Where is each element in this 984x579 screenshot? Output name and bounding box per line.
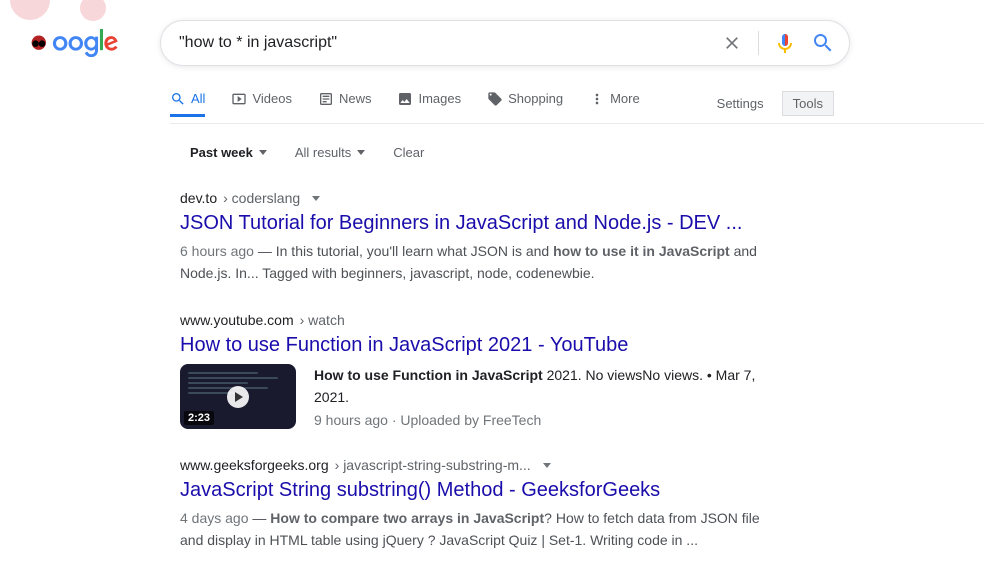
tab-all-label: All bbox=[191, 91, 205, 106]
voice-search-icon[interactable] bbox=[773, 31, 797, 55]
search-container bbox=[160, 20, 850, 66]
result-domain: www.youtube.com bbox=[180, 312, 294, 328]
video-thumbnail[interactable]: 2:23 bbox=[180, 364, 296, 429]
result-title-link[interactable]: JavaScript String substring() Method - G… bbox=[180, 477, 780, 503]
tab-more-label: More bbox=[610, 91, 640, 106]
result-time: 6 hours ago bbox=[180, 243, 254, 259]
search-box bbox=[160, 20, 850, 66]
filter-time-label: Past week bbox=[190, 145, 253, 160]
search-results: dev.to › coderslang JSON Tutorial for Be… bbox=[180, 190, 780, 551]
video-result: 2:23 How to use Function in JavaScript 2… bbox=[180, 364, 780, 429]
chevron-down-icon[interactable] bbox=[312, 196, 320, 201]
divider bbox=[758, 31, 759, 55]
filter-results-label: All results bbox=[295, 145, 351, 160]
result-item: www.geeksforgeeks.org › javascript-strin… bbox=[180, 457, 780, 551]
video-icon bbox=[231, 91, 247, 107]
filter-results[interactable]: All results bbox=[295, 145, 365, 160]
result-breadcrumb[interactable]: www.geeksforgeeks.org › javascript-strin… bbox=[180, 457, 780, 473]
tab-images[interactable]: Images bbox=[397, 91, 461, 117]
filter-time[interactable]: Past week bbox=[190, 145, 267, 160]
result-title-link[interactable]: How to use Function in JavaScript 2021 -… bbox=[180, 332, 780, 358]
tab-shopping[interactable]: Shopping bbox=[487, 91, 563, 117]
search-small-icon bbox=[170, 91, 186, 107]
result-breadcrumb[interactable]: dev.to › coderslang bbox=[180, 190, 780, 206]
result-domain: dev.to bbox=[180, 190, 217, 206]
tab-videos[interactable]: Videos bbox=[231, 91, 292, 117]
chevron-down-icon[interactable] bbox=[543, 463, 551, 468]
tab-videos-label: Videos bbox=[252, 91, 292, 106]
result-domain: www.geeksforgeeks.org bbox=[180, 457, 329, 473]
images-icon bbox=[397, 91, 413, 107]
result-path: › watch bbox=[300, 312, 345, 328]
tab-news[interactable]: News bbox=[318, 91, 372, 117]
chevron-down-icon bbox=[259, 150, 267, 155]
search-input[interactable] bbox=[175, 34, 720, 52]
video-duration: 2:23 bbox=[184, 411, 214, 425]
shopping-icon bbox=[487, 91, 503, 107]
header bbox=[0, 0, 984, 66]
news-icon bbox=[318, 91, 334, 107]
result-title-link[interactable]: JSON Tutorial for Beginners in JavaScrip… bbox=[180, 210, 780, 236]
result-path: › coderslang bbox=[223, 190, 300, 206]
tools-button[interactable]: Tools bbox=[782, 91, 834, 116]
result-snippet: 4 days ago — How to compare two arrays i… bbox=[180, 507, 780, 551]
result-breadcrumb[interactable]: www.youtube.com › watch bbox=[180, 312, 780, 328]
tab-news-label: News bbox=[339, 91, 372, 106]
tab-more[interactable]: More bbox=[589, 91, 640, 117]
tab-shopping-label: Shopping bbox=[508, 91, 563, 106]
filter-clear[interactable]: Clear bbox=[393, 145, 424, 160]
search-tabs: All Videos News Images Shopping More Set… bbox=[170, 84, 984, 124]
chevron-down-icon bbox=[357, 150, 365, 155]
result-item: dev.to › coderslang JSON Tutorial for Be… bbox=[180, 190, 780, 284]
result-item: www.youtube.com › watch How to use Funct… bbox=[180, 312, 780, 429]
result-path: › javascript-string-substring-m... bbox=[335, 457, 531, 473]
settings-link[interactable]: Settings bbox=[717, 96, 764, 111]
video-snippet: How to use Function in JavaScript 2021. … bbox=[314, 364, 780, 408]
tab-images-label: Images bbox=[418, 91, 461, 106]
clear-search-icon[interactable] bbox=[720, 31, 744, 55]
result-time: 4 days ago bbox=[180, 510, 249, 526]
tools-filter-row: Past week All results Clear bbox=[190, 136, 984, 168]
more-dots-icon bbox=[589, 91, 605, 107]
video-upload-info: 9 hours ago · Uploaded by FreeTech bbox=[314, 412, 780, 428]
play-icon bbox=[227, 386, 249, 408]
google-logo[interactable] bbox=[28, 28, 120, 61]
search-icon[interactable] bbox=[811, 31, 835, 55]
tab-all[interactable]: All bbox=[170, 91, 205, 117]
filter-clear-label: Clear bbox=[393, 145, 424, 160]
result-snippet: 6 hours ago — In this tutorial, you'll l… bbox=[180, 240, 780, 284]
